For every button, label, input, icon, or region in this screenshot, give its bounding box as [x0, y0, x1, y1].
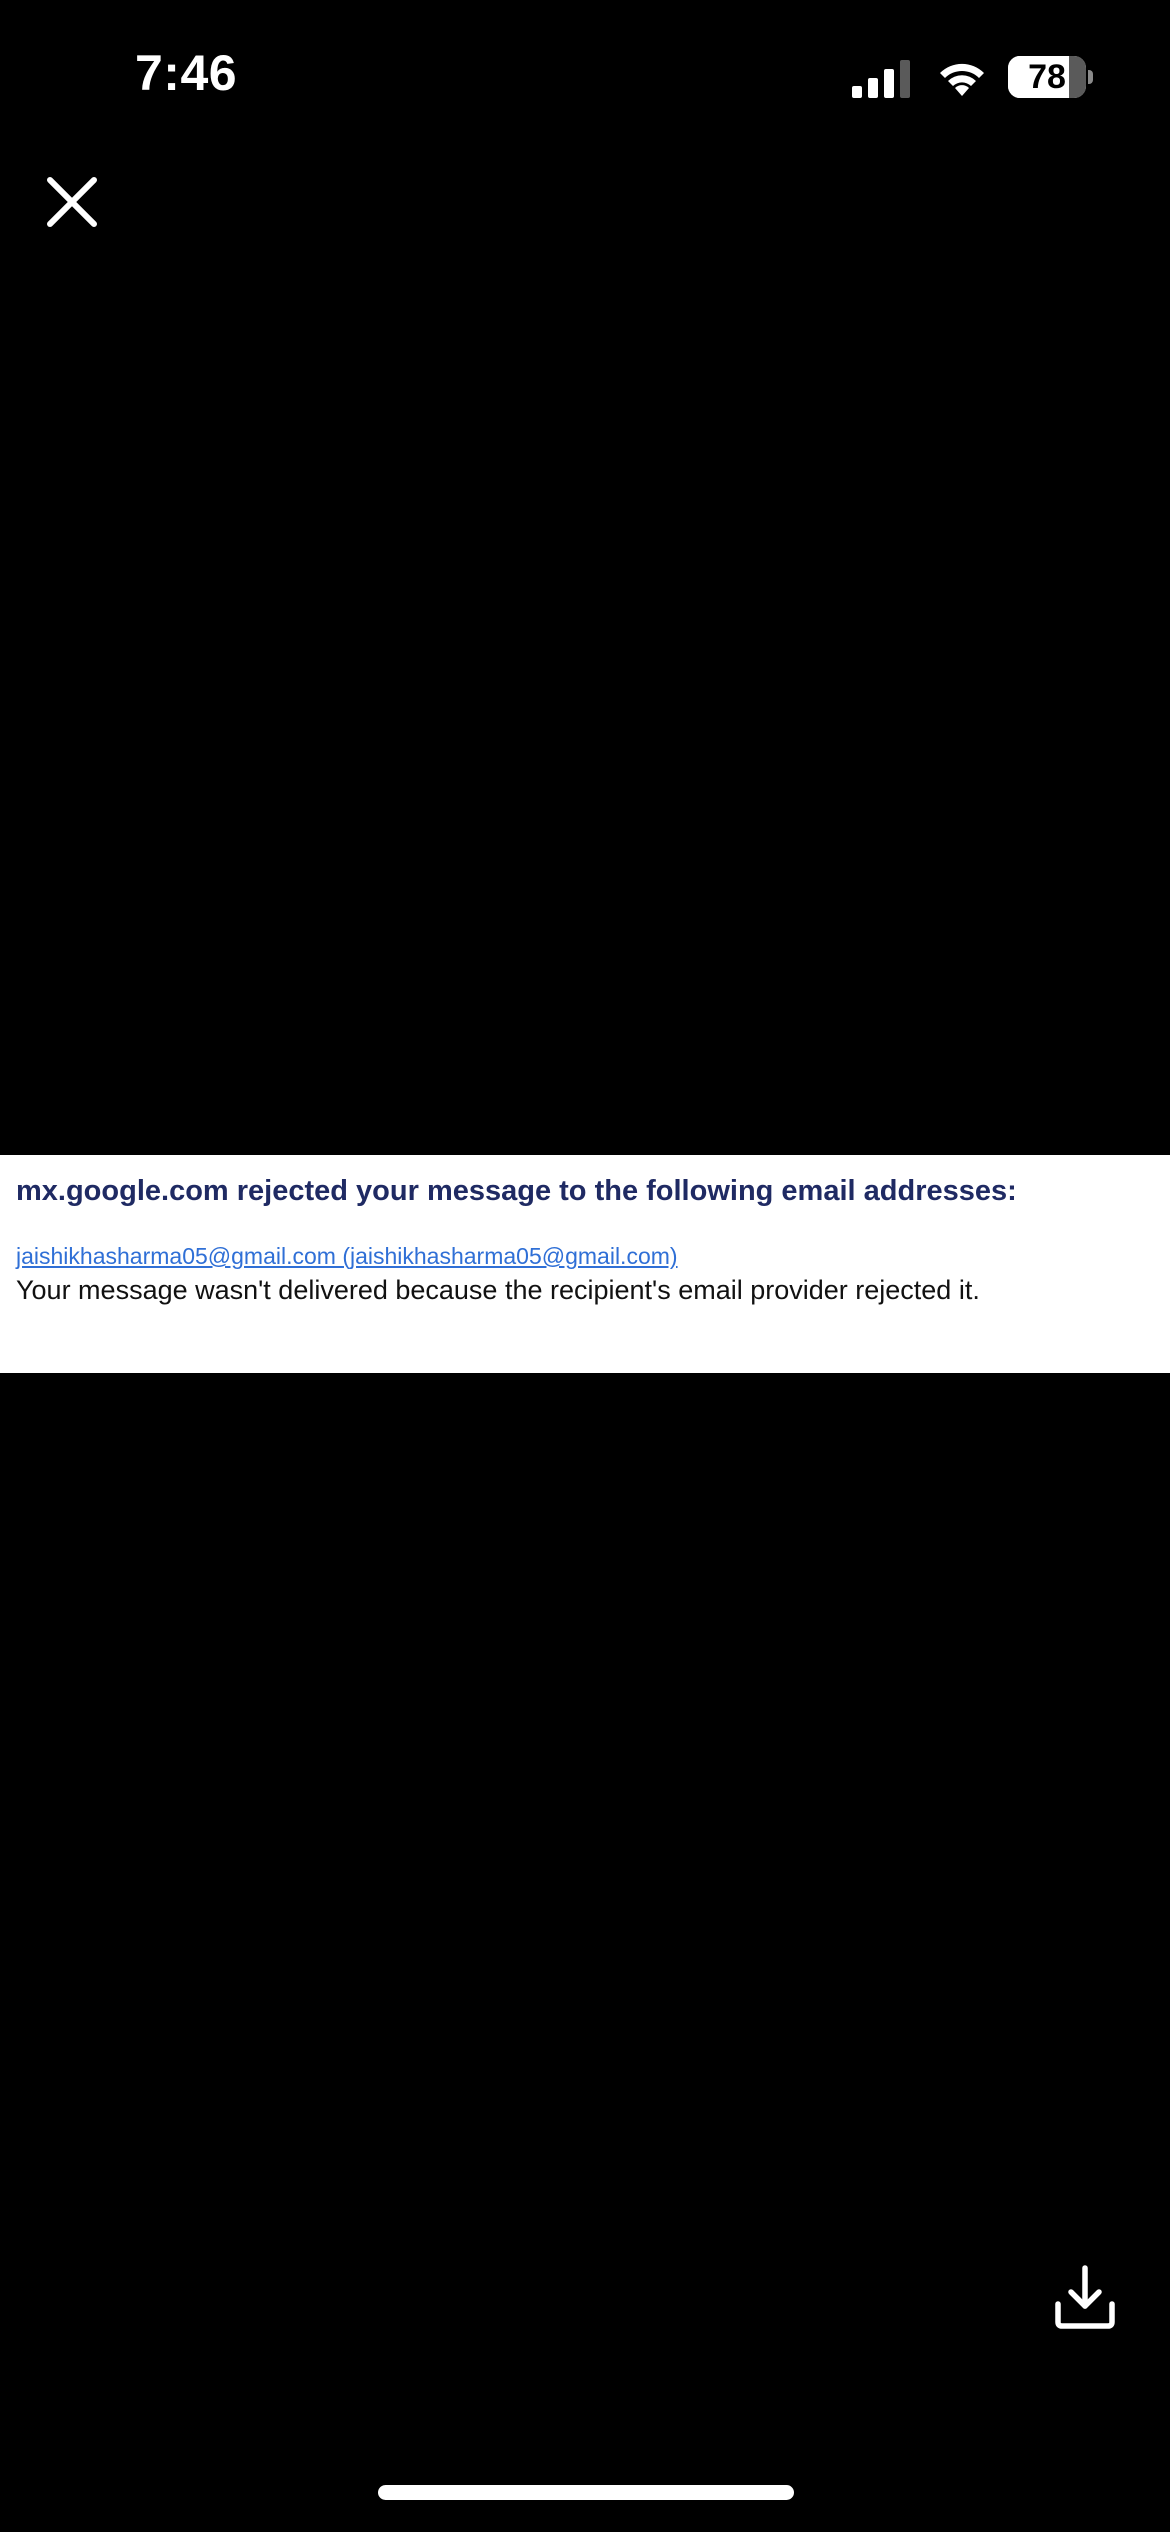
download-button[interactable] [1054, 2264, 1116, 2330]
battery-body: 78 [1008, 56, 1086, 98]
battery-cap [1088, 70, 1093, 84]
close-button[interactable] [40, 170, 104, 234]
bounce-heading: mx.google.com rejected your message to t… [16, 1175, 1017, 1207]
recipient-email-link[interactable]: jaishikhasharma05@gmail.com (jaishikhash… [16, 1243, 678, 1270]
wifi-icon [940, 63, 984, 96]
signal-icon [852, 60, 910, 98]
email-bounce-image: mx.google.com rejected your message to t… [0, 1155, 1170, 1373]
battery-level-text: 78 [1028, 58, 1066, 96]
download-icon [1055, 2265, 1115, 2329]
home-indicator[interactable] [378, 2485, 794, 2500]
close-icon [47, 177, 97, 227]
status-bar: 7:46 78 [0, 0, 1170, 150]
status-time: 7:46 [135, 45, 238, 101]
battery-icon: 78 [1008, 56, 1094, 98]
bounce-message: Your message wasn't delivered because th… [16, 1275, 980, 1305]
